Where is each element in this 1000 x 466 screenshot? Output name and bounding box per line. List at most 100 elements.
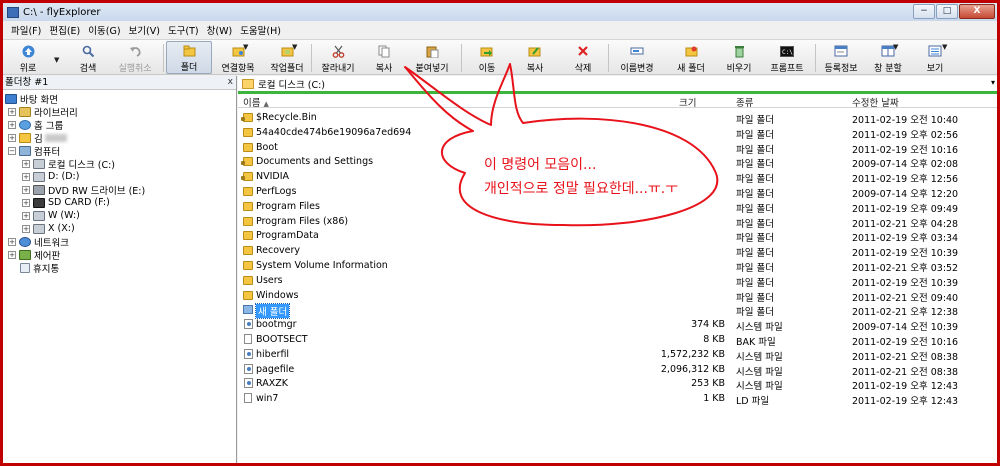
expand-icon[interactable]: + xyxy=(8,133,16,142)
delete-button[interactable]: 삭제 xyxy=(563,41,603,74)
menu-tools[interactable]: 도구(T) xyxy=(164,23,203,37)
file-modified: 2009-07-14 오전 10:39 xyxy=(852,322,959,334)
close-pane-icon[interactable]: x xyxy=(228,76,233,89)
file-row[interactable]: Users 파일 폴더 2011-02-19 오전 10:39 xyxy=(238,274,997,289)
prompt-button[interactable]: C:\ 프롬프트 xyxy=(763,41,811,74)
screenshot-frame: C:\ - flyExplorer − □ X 파일(F) 편집(E) 이동(G… xyxy=(0,0,1000,466)
file-row[interactable]: System Volume Information 파일 폴더 2011-02-21… xyxy=(238,259,997,274)
column-size[interactable]: 크기 xyxy=(679,95,696,109)
file-row[interactable]: NVIDIA 파일 폴더 2011-02-19 오후 12:56 xyxy=(238,170,997,185)
up-button[interactable]: 위로 xyxy=(11,41,45,74)
file-row[interactable]: Recovery 파일 폴더 2011-02-19 오전 10:39 xyxy=(238,244,997,259)
empty-recycle-button[interactable]: 비우기 xyxy=(719,41,759,74)
file-name: Users xyxy=(256,274,283,286)
undo-button[interactable]: 실행취소 xyxy=(111,41,159,74)
file-row[interactable]: Boot 파일 폴더 2011-02-19 오전 10:16 xyxy=(238,141,997,156)
expand-icon[interactable]: + xyxy=(22,159,30,168)
column-name[interactable]: 이름 ▲ xyxy=(243,95,269,109)
expand-icon[interactable]: + xyxy=(22,224,30,233)
column-type[interactable]: 종류 xyxy=(736,95,753,109)
copy-to-icon xyxy=(528,44,542,58)
up-dropdown-icon[interactable]: ▼ xyxy=(54,56,59,64)
file-row[interactable]: Documents and Settings 파일 폴더 2009-07-14 오후… xyxy=(238,155,997,170)
file-type: 시스템 파일 xyxy=(736,322,783,334)
expand-icon[interactable]: + xyxy=(8,107,16,116)
menu-view[interactable]: 보기(V) xyxy=(125,23,164,37)
library-icon xyxy=(19,106,31,117)
split-dropdown-icon[interactable]: ▼ xyxy=(893,43,898,51)
file-row[interactable]: Program Files (x86) 파일 폴더 2011-02-21 오후 04… xyxy=(238,215,997,230)
split-window-button[interactable]: 창 분할 xyxy=(867,41,909,74)
close-button[interactable]: X xyxy=(959,4,995,19)
tree-item-control-panel[interactable]: + 제어판 xyxy=(8,248,60,262)
file-row[interactable]: PerfLogs 파일 폴더 2009-07-14 오후 12:20 xyxy=(238,185,997,200)
maximize-button[interactable]: □ xyxy=(936,4,958,19)
address-bar[interactable]: 로컬 디스크 (C:) ▾ xyxy=(238,76,997,94)
tree-item-libraries[interactable]: + 라이브러리 xyxy=(8,105,78,119)
file-row[interactable]: Windows 파일 폴더 2011-02-21 오전 09:40 xyxy=(238,289,997,304)
view-dropdown-icon[interactable]: ▼ xyxy=(942,43,947,51)
tree-item-drive-x[interactable]: + X (X:) xyxy=(22,222,75,235)
tree-item-drive-f[interactable]: + SD CARD (F:) xyxy=(22,196,110,209)
file-type: LD 파일 xyxy=(736,396,770,408)
workfolder-dropdown-icon[interactable]: ▼ xyxy=(292,43,297,51)
assoc-dropdown-icon[interactable]: ▼ xyxy=(243,43,248,51)
file-row[interactable]: bootmgr 374 KB 시스템 파일 2009-07-14 오전 10:39 xyxy=(238,318,997,333)
expand-icon[interactable]: + xyxy=(8,237,16,246)
file-name: RAXZK xyxy=(256,378,288,390)
file-row[interactable]: win7 1 KB LD 파일 2011-02-19 오후 12:43 xyxy=(238,392,997,407)
file-row[interactable]: hiberfil 1,572,232 KB 시스템 파일 2011-02-21 오전 … xyxy=(238,348,997,363)
cut-button[interactable]: 잘라내기 xyxy=(315,41,361,74)
tree-item-drive-e[interactable]: + DVD RW 드라이브 (E:) xyxy=(22,183,145,197)
minimize-button[interactable]: − xyxy=(913,4,935,19)
file-row[interactable]: RAXZK 253 KB 시스템 파일 2011-02-19 오후 12:43 xyxy=(238,377,997,392)
menu-window[interactable]: 창(W) xyxy=(203,23,237,37)
file-name: 새 폴더 xyxy=(254,303,291,320)
expand-icon[interactable]: + xyxy=(22,211,30,220)
file-list-panel: 로컬 디스크 (C:) ▾ 이름 ▲ 크기 종류 수정한 날짜 $Recycle.… xyxy=(238,76,997,463)
file-row[interactable]: pagefile 2,096,312 KB 시스템 파일 2011-02-21 오전 … xyxy=(238,363,997,378)
file-icon xyxy=(244,319,253,330)
file-row[interactable]: Program Files 파일 폴더 2011-02-19 오후 09:49 xyxy=(238,200,997,215)
copy-to-button[interactable]: 복사 xyxy=(515,41,555,74)
file-row[interactable]: 54a40cde474b6e19096a7ed694 파일 폴더 2011-02-1… xyxy=(238,126,997,141)
expand-icon[interactable]: + xyxy=(8,120,16,129)
copy-button[interactable]: 복사 xyxy=(365,41,403,74)
title-bar[interactable]: C:\ - flyExplorer − □ X xyxy=(3,3,997,21)
file-row[interactable]: ProgramData 파일 폴더 2011-02-19 오후 03:34 xyxy=(238,229,997,244)
address-dropdown-icon[interactable]: ▾ xyxy=(991,78,995,87)
tree-item-drive-d[interactable]: + D: (D:) xyxy=(22,170,79,183)
menu-file[interactable]: 파일(F) xyxy=(7,23,45,37)
tree-item-homegroup[interactable]: + 홈 그룹 xyxy=(8,118,63,132)
tree-item-user[interactable]: + 김 xyxy=(8,131,67,145)
expand-icon[interactable]: + xyxy=(22,198,30,207)
paste-button[interactable]: 붙여넣기 xyxy=(407,41,457,74)
work-folder-button[interactable]: 작업폴더 xyxy=(264,41,310,74)
tree-item-network[interactable]: + 네트워크 xyxy=(8,235,69,249)
move-button[interactable]: 이동 xyxy=(467,41,507,74)
associated-items-button[interactable]: 연결항목 xyxy=(215,41,261,74)
menu-help[interactable]: 도움말(H) xyxy=(236,23,285,37)
tree-item-drive-w[interactable]: + W (W:) xyxy=(22,209,80,222)
tree-item-computer[interactable]: − 컴퓨터 xyxy=(8,144,60,158)
expand-icon[interactable]: + xyxy=(8,250,16,259)
file-row[interactable]: BOOTSECT 8 KB BAK 파일 2011-02-19 오전 10:16 xyxy=(238,333,997,348)
folder-icon xyxy=(243,290,253,300)
properties-button[interactable]: 등록정보 xyxy=(818,41,864,74)
menu-go[interactable]: 이동(G) xyxy=(84,23,124,37)
tree-item-drive-c[interactable]: + 로컬 디스크 (C:) xyxy=(22,157,115,171)
folder-pane-toggle[interactable]: 폴더 xyxy=(166,41,212,74)
expand-icon[interactable]: + xyxy=(22,185,30,194)
menu-edit[interactable]: 편집(E) xyxy=(45,23,84,37)
rename-button[interactable]: 이름변경 xyxy=(612,41,662,74)
file-row[interactable]: 새 폴더 파일 폴더 2011-02-21 오후 12:38 xyxy=(238,303,997,320)
expand-icon[interactable]: + xyxy=(22,172,30,181)
new-folder-button[interactable]: 새 폴더 xyxy=(669,41,713,74)
file-row[interactable]: $Recycle.Bin 파일 폴더 2011-02-19 오전 10:40 xyxy=(238,111,997,126)
column-modified[interactable]: 수정한 날짜 xyxy=(852,95,899,109)
collapse-icon[interactable]: − xyxy=(8,146,16,155)
tree-item-desktop[interactable]: 바탕 화면 xyxy=(5,92,58,106)
search-button[interactable]: 검색 xyxy=(71,41,105,74)
tree-item-recycle-bin[interactable]: 휴지통 xyxy=(20,261,59,275)
view-button[interactable]: 보기 xyxy=(915,41,955,74)
